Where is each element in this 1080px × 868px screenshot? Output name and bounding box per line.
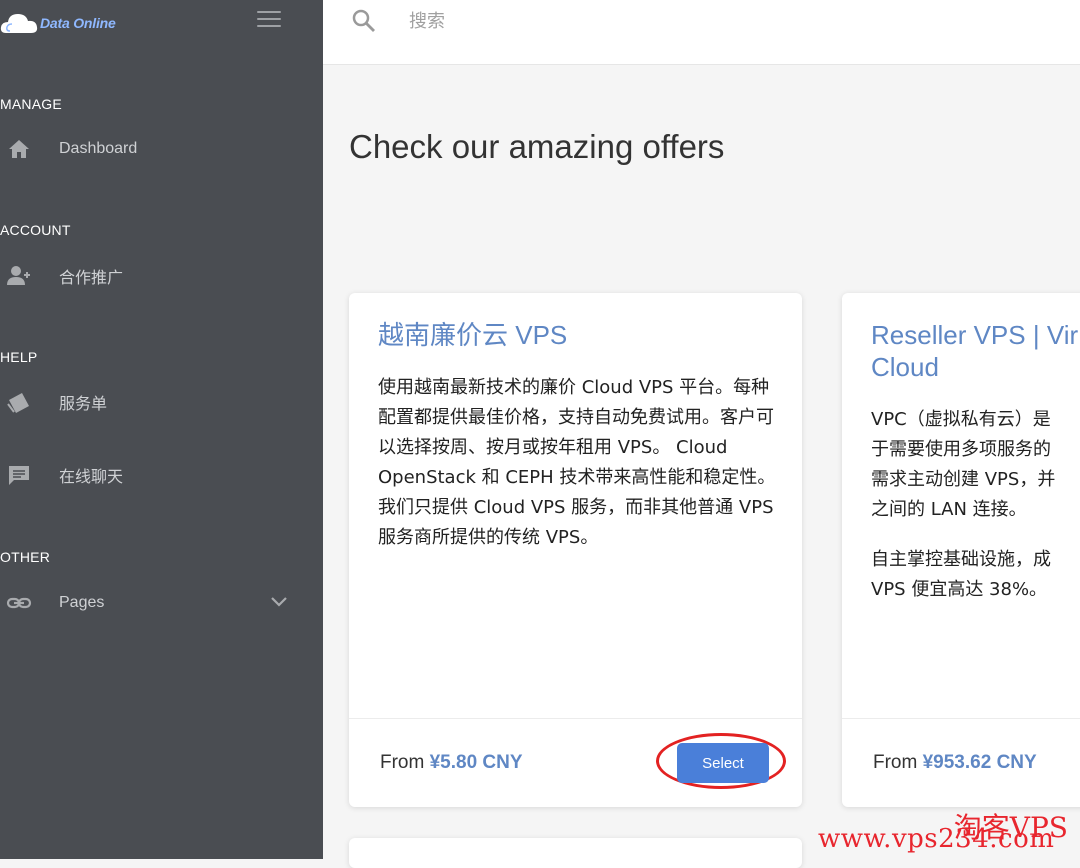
sidebar-item-label: Dashboard <box>59 140 138 157</box>
offer-card-reseller-vps: Reseller VPS | Vir Cloud VPC（虚拟私有云）是 于需要… <box>842 293 1080 807</box>
offer-description-2: 自主掌控基础设施，成 VPS 便宜高达 38%。 <box>871 545 1080 605</box>
offer-title-line: Reseller VPS | Vir <box>871 320 1079 350</box>
offer-title: 越南廉价云 VPS <box>378 320 568 350</box>
sidebar-item-label: 合作推广 <box>59 270 124 287</box>
price-prefix: From <box>380 752 425 773</box>
search-input[interactable] <box>407 5 911 37</box>
sidebar-item-tickets[interactable]: 服务单 <box>0 384 323 420</box>
cloud-logo-icon <box>0 14 38 33</box>
sidebar-item-dashboard[interactable]: Dashboard <box>0 131 323 167</box>
desc-line: VPS 便宜高达 38%。 <box>871 579 1048 600</box>
offer-price: From ¥953.62 CNY <box>873 752 1037 774</box>
desc-line: 需求主动创建 VPS，并 <box>871 469 1056 490</box>
desc-line: 于需要使用多项服务的 <box>871 439 1051 460</box>
top-bar <box>323 0 1080 65</box>
watermark: 淘客VPS www.vps234.com <box>818 806 1080 856</box>
link-icon <box>6 597 32 609</box>
offer-title-line: Cloud <box>871 352 939 382</box>
home-icon <box>9 140 29 158</box>
offer-card-vietnam-vps: 越南廉价云 VPS 使用越南最新技术的廉价 Cloud VPS 平台。每种配置都… <box>349 293 802 807</box>
section-account: ACCOUNT <box>0 222 71 238</box>
section-manage: MANAGE <box>0 96 62 112</box>
sidebar-item-pages[interactable]: Pages <box>0 585 323 621</box>
offer-footer: From ¥5.80 CNY Select <box>349 718 802 807</box>
logo-text: Data Online <box>40 15 116 31</box>
chat-icon <box>9 466 29 485</box>
offer-card-next <box>349 838 802 868</box>
ticket-icon <box>7 393 29 413</box>
offer-footer: From ¥953.62 CNY <box>842 718 1080 807</box>
watermark-url: www.vps234.com <box>818 824 1055 854</box>
section-other: OTHER <box>0 549 50 565</box>
sidebar-item-chat[interactable]: 在线聊天 <box>0 457 323 493</box>
offer-price: From ¥5.80 CNY <box>380 752 523 774</box>
menu-toggle-icon[interactable] <box>257 11 281 31</box>
sidebar-item-label: 服务单 <box>59 396 108 413</box>
add-user-icon <box>7 266 30 285</box>
sidebar-item-affiliate[interactable]: 合作推广 <box>0 258 323 294</box>
sidebar-item-label: Pages <box>59 594 105 611</box>
offer-description: VPC（虚拟私有云）是 于需要使用多项服务的 需求主动创建 VPS，并 之间的 … <box>871 405 1080 525</box>
price-value: ¥953.62 CNY <box>922 752 1037 773</box>
chevron-down-icon[interactable] <box>270 595 288 609</box>
select-button[interactable]: Select <box>677 743 769 783</box>
price-value: ¥5.80 CNY <box>429 752 523 773</box>
offer-description: 使用越南最新技术的廉价 Cloud VPS 平台。每种配置都提供最佳价格，支持自… <box>378 377 776 548</box>
desc-line: 自主掌控基础设施，成 <box>871 549 1051 570</box>
search-icon[interactable] <box>351 8 377 34</box>
price-prefix: From <box>873 752 918 773</box>
page-title: Check our amazing offers <box>349 128 725 165</box>
offer-title: Reseller VPS | Vir Cloud <box>871 319 1080 383</box>
desc-line: 之间的 LAN 连接。 <box>871 499 1027 520</box>
sidebar: Data Online MANAGE Dashboard ACCOUNT 合作推… <box>0 0 323 859</box>
sidebar-item-label: 在线聊天 <box>59 469 124 486</box>
desc-line: VPC（虚拟私有云）是 <box>871 409 1051 430</box>
section-help: HELP <box>0 349 38 365</box>
logo[interactable]: Data Online <box>0 8 116 38</box>
